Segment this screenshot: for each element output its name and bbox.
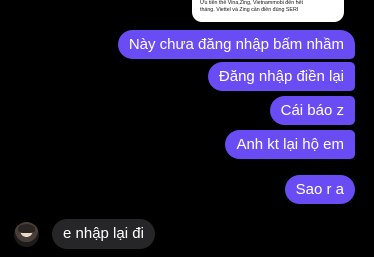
quoted-line-2: tháng. Viettel và Zing cần điền đúng SER… [200, 7, 299, 13]
avatar[interactable] [14, 222, 39, 247]
incoming-message[interactable]: e nhập lại đi [52, 219, 155, 249]
outgoing-message[interactable]: Cái báo z [269, 96, 355, 125]
outgoing-message[interactable]: Anh kt lại hộ em [225, 130, 355, 159]
outgoing-message[interactable]: Sao r a [284, 175, 355, 204]
quoted-line-1: Ưu tiên thẻ Vina,Zing, Vietnammobi đến h… [200, 0, 303, 6]
outgoing-message[interactable]: Đăng nhập điền lại [207, 62, 355, 91]
outgoing-message[interactable]: Này chưa đăng nhập bấm nhầm [117, 30, 355, 59]
quoted-message-card[interactable]: Ưu tiên thẻ Vina,Zing, Vietnammobi đến h… [192, 0, 344, 22]
